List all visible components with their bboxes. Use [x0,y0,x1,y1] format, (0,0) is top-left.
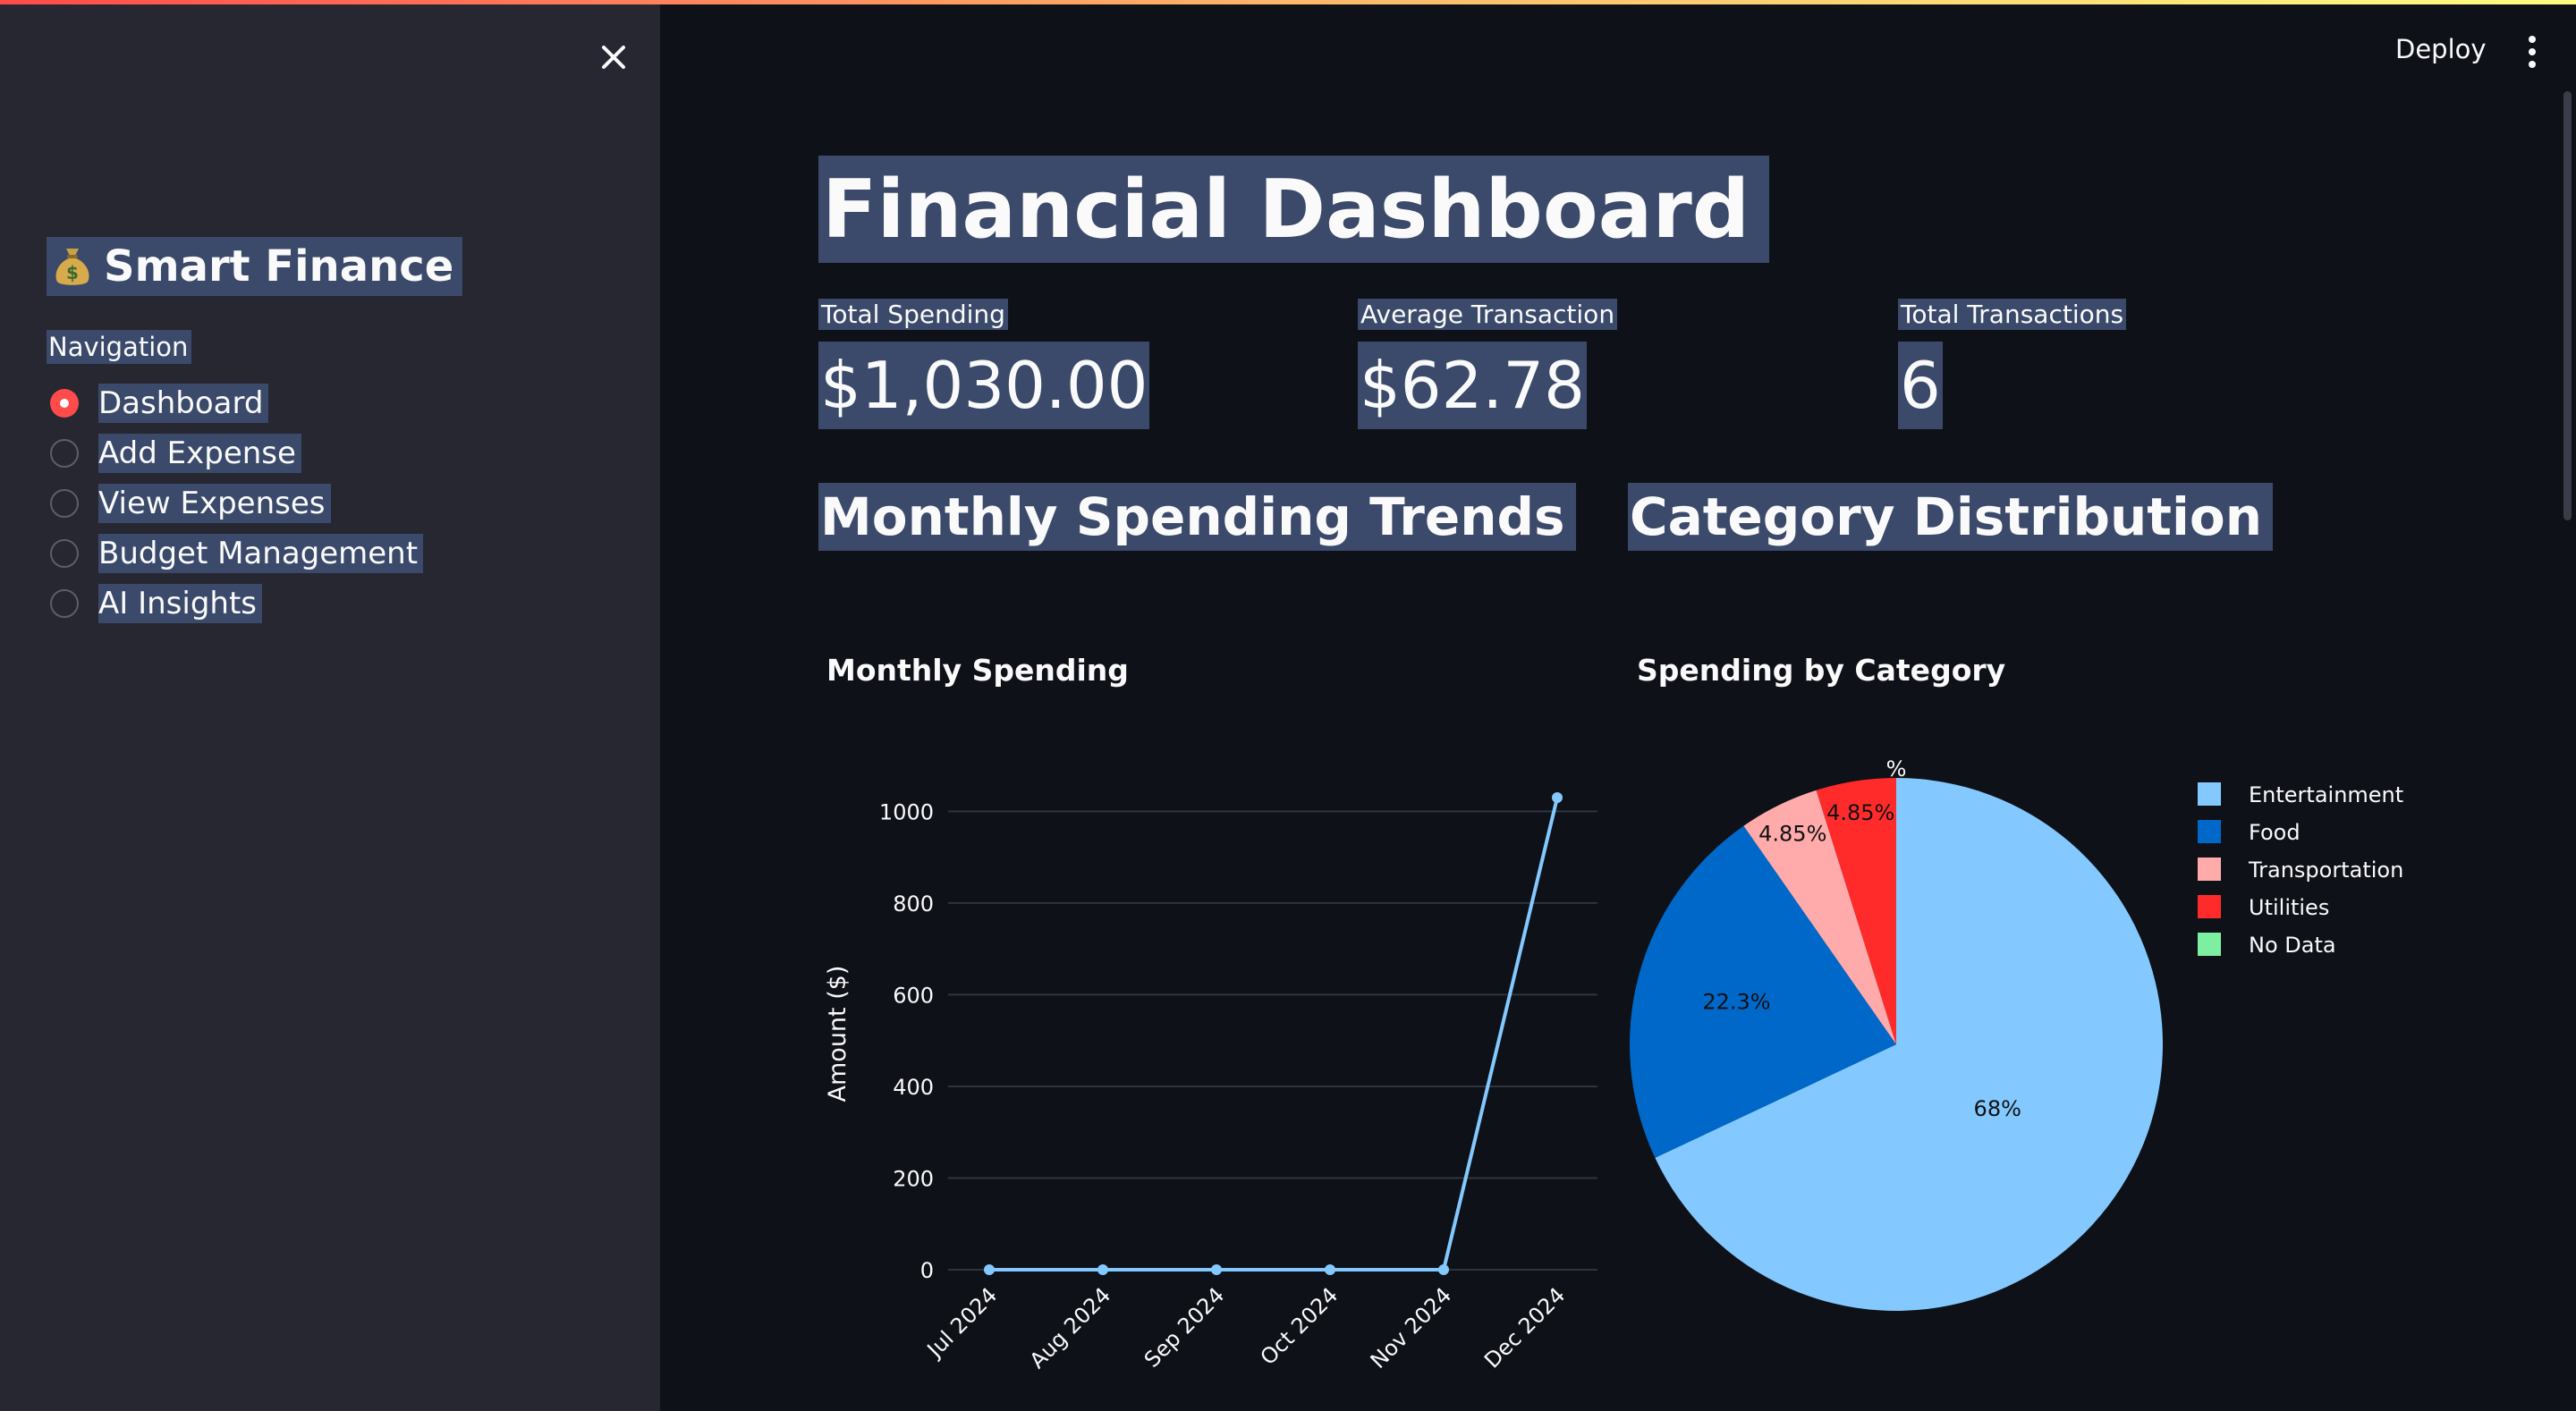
y-tick-label: 800 [893,891,934,917]
pie-chart-title: Spending by Category [1637,653,2006,688]
legend-label: Transportation [2248,858,2403,883]
y-axis-label: Amount ($) [824,966,852,1103]
data-point [1097,1264,1108,1275]
nav-item-add-expense[interactable]: Add Expense [50,432,301,475]
legend-label: No Data [2249,933,2336,958]
radio-unselected-icon[interactable] [50,539,79,568]
section-title-distribution: Category Distribution [1628,483,2274,551]
nav-item-label: AI Insights [98,584,263,623]
nav-item-label: Budget Management [98,534,424,573]
app-title: $ Smart Finance [47,237,463,296]
data-point [1438,1264,1449,1275]
metric-value-total-spending: $1,030.00 [818,342,1150,429]
x-tick-label: Aug 2024 [1025,1282,1116,1373]
legend-swatch [2198,858,2221,881]
y-tick-label: 0 [920,1258,934,1283]
money-bag-icon: $ [55,249,89,285]
slice-label: 4.85% [1758,822,1826,847]
slice-label: 68% [1974,1096,2021,1121]
app-title-text: Smart Finance [104,241,454,291]
y-tick-label: 200 [893,1166,934,1191]
slice-label: 22.3% [1702,989,1770,1014]
sidebar: $ Smart Finance Navigation Dashboard Add… [0,4,660,1411]
nav-item-ai-insights[interactable]: AI Insights [50,582,263,625]
legend-swatch [2198,895,2221,918]
data-point [1552,792,1563,803]
data-point [1211,1264,1222,1275]
nav-item-label: Dashboard [98,384,269,423]
radio-unselected-icon[interactable] [50,589,79,618]
x-tick-label: Jul 2024 [921,1282,1002,1363]
data-point [984,1264,995,1275]
radio-unselected-icon[interactable] [50,439,79,468]
line-chart[interactable]: 0 200 400 600 800 1000 Amount ($) Jul 2024 Aug 2… [805,733,1610,1411]
legend-label: Utilities [2249,895,2329,920]
radio-selected-icon[interactable] [50,389,79,418]
y-tick-label: 600 [893,983,934,1008]
metric-label-total-transactions: Total Transactions [1898,299,2127,330]
x-tick-label: Sep 2024 [1140,1282,1229,1372]
nav-item-label: Add Expense [98,434,301,473]
legend-swatch [2198,782,2221,806]
pie-chart[interactable]: 68% 22.3% 4.85%4.85%% Entertainment Food Tran… [1610,733,2504,1411]
more-options-icon[interactable] [2519,32,2546,72]
x-tick-label: Dec 2024 [1479,1282,1570,1373]
legend-label: Food [2249,820,2301,845]
navigation-label: Navigation [47,330,192,364]
page-title: Financial Dashboard [818,156,1770,263]
section-title-trends: Monthly Spending Trends [818,483,1576,551]
radio-unselected-icon[interactable] [50,489,79,518]
nav-item-view-expenses[interactable]: View Expenses [50,482,331,525]
metric-label-average-transaction: Average Transaction [1358,299,1618,330]
x-tick-label: Oct 2024 [1256,1282,1343,1370]
legend-swatch [2198,933,2221,956]
nav-item-label: View Expenses [98,484,331,523]
nav-item-budget-management[interactable]: Budget Management [50,532,424,575]
series-line [989,797,1559,1272]
slice-label: 4.85% [1826,800,1894,825]
metric-value-total-transactions: 6 [1898,342,1943,429]
y-tick-label: 1000 [879,799,934,824]
metric-label-total-spending: Total Spending [818,299,1008,330]
slice-label: % [1886,756,1907,782]
deploy-button[interactable]: Deploy [2381,27,2501,72]
legend-label: Entertainment [2249,782,2403,807]
x-tick-label: Nov 2024 [1366,1282,1457,1373]
nav-item-dashboard[interactable]: Dashboard [50,382,269,425]
data-point [1325,1264,1335,1275]
close-sidebar-icon[interactable] [595,38,632,76]
y-tick-label: 400 [893,1075,934,1100]
main-scrollbar[interactable] [2563,91,2572,520]
svg-text:$: $ [66,262,79,283]
line-chart-title: Monthly Spending [826,653,1129,688]
legend-swatch [2198,820,2221,843]
metric-value-average-transaction: $62.78 [1358,342,1587,429]
